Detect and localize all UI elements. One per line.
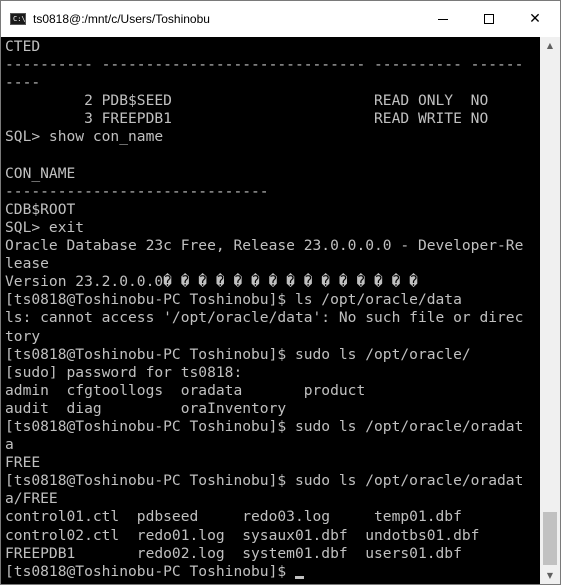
terminal-line: 2 PDB$SEED READ ONLY NO	[5, 92, 489, 110]
terminal-line: ls: cannot access '/opt/oracle/data': No…	[5, 309, 524, 327]
terminal-line: a/FREE	[5, 490, 58, 508]
terminal-line: 3 FREEPDB1 READ WRITE NO	[5, 110, 489, 128]
terminal-line: CON_NAME	[5, 164, 76, 182]
terminal-line: CDB$ROOT	[5, 200, 76, 218]
minimize-button[interactable]	[420, 1, 466, 37]
terminal-line: [ts0818@Toshinobu-PC Toshinobu]$ sudo ls…	[5, 417, 524, 435]
terminal-line: SQL> exit	[5, 218, 85, 236]
terminal-line: ---------- -----------------------------…	[5, 56, 524, 74]
terminal-line: tory	[5, 327, 41, 345]
shell-prompt: [ts0818@Toshinobu-PC Toshinobu]$	[5, 562, 295, 580]
terminal-line: admin cfgtoollogs oradata product	[5, 381, 366, 399]
terminal-line: Version 23.2.0.0.0� � � � � � � � � � � …	[5, 273, 418, 291]
terminal-line: CTED	[5, 38, 41, 55]
minimize-icon	[438, 18, 448, 20]
terminal-line: SQL> show con_name	[5, 128, 164, 146]
chevron-up-icon: ▲	[546, 41, 554, 50]
maximize-button[interactable]	[466, 1, 512, 37]
scroll-up-arrow[interactable]: ▲	[540, 37, 560, 54]
terminal-line: [ts0818@Toshinobu-PC Toshinobu]$ ls /opt…	[5, 291, 462, 309]
terminal-icon[interactable]: C:\	[10, 13, 26, 25]
terminal-line: FREE	[5, 454, 41, 472]
terminal-line: a	[5, 436, 14, 454]
terminal-output[interactable]: CTED ---------- -------------------------…	[1, 37, 540, 584]
terminal-line: [ts0818@Toshinobu-PC Toshinobu]$ sudo ls…	[5, 345, 471, 363]
prompt-line[interactable]: [ts0818@Toshinobu-PC Toshinobu]$	[5, 563, 540, 581]
scrollbar-thumb[interactable]	[543, 512, 557, 565]
terminal-window: C:\ ts0818@:/mnt/c/Users/Toshinobu ✕ CTE…	[0, 0, 561, 585]
vertical-scrollbar[interactable]: ▲ ▼	[540, 37, 560, 584]
window-title: ts0818@:/mnt/c/Users/Toshinobu	[33, 12, 210, 26]
terminal-line: lease	[5, 255, 49, 273]
terminal-line: [ts0818@Toshinobu-PC Toshinobu]$ sudo ls…	[5, 472, 524, 490]
terminal-line: ----	[5, 74, 41, 92]
terminal-line: control01.ctl pdbseed redo03.log temp01.…	[5, 508, 462, 526]
title-bar[interactable]: C:\ ts0818@:/mnt/c/Users/Toshinobu ✕	[1, 1, 560, 37]
terminal-line: ------------------------------	[5, 182, 269, 200]
terminal-line: Oracle Database 23c Free, Release 23.0.0…	[5, 237, 524, 255]
text-cursor	[294, 575, 304, 579]
close-icon: ✕	[529, 11, 541, 27]
maximize-icon	[484, 14, 494, 24]
terminal-line: [sudo] password for ts0818:	[5, 363, 243, 381]
terminal-line: FREEPDB1 redo02.log system01.dbf users01…	[5, 544, 462, 562]
chevron-down-icon: ▼	[546, 571, 554, 580]
terminal-line: control02.ctl redo01.log sysaux01.dbf un…	[5, 526, 480, 544]
scroll-down-arrow[interactable]: ▼	[540, 567, 560, 584]
terminal-line: audit diag oraInventory	[5, 399, 287, 417]
close-button[interactable]: ✕	[512, 1, 558, 37]
